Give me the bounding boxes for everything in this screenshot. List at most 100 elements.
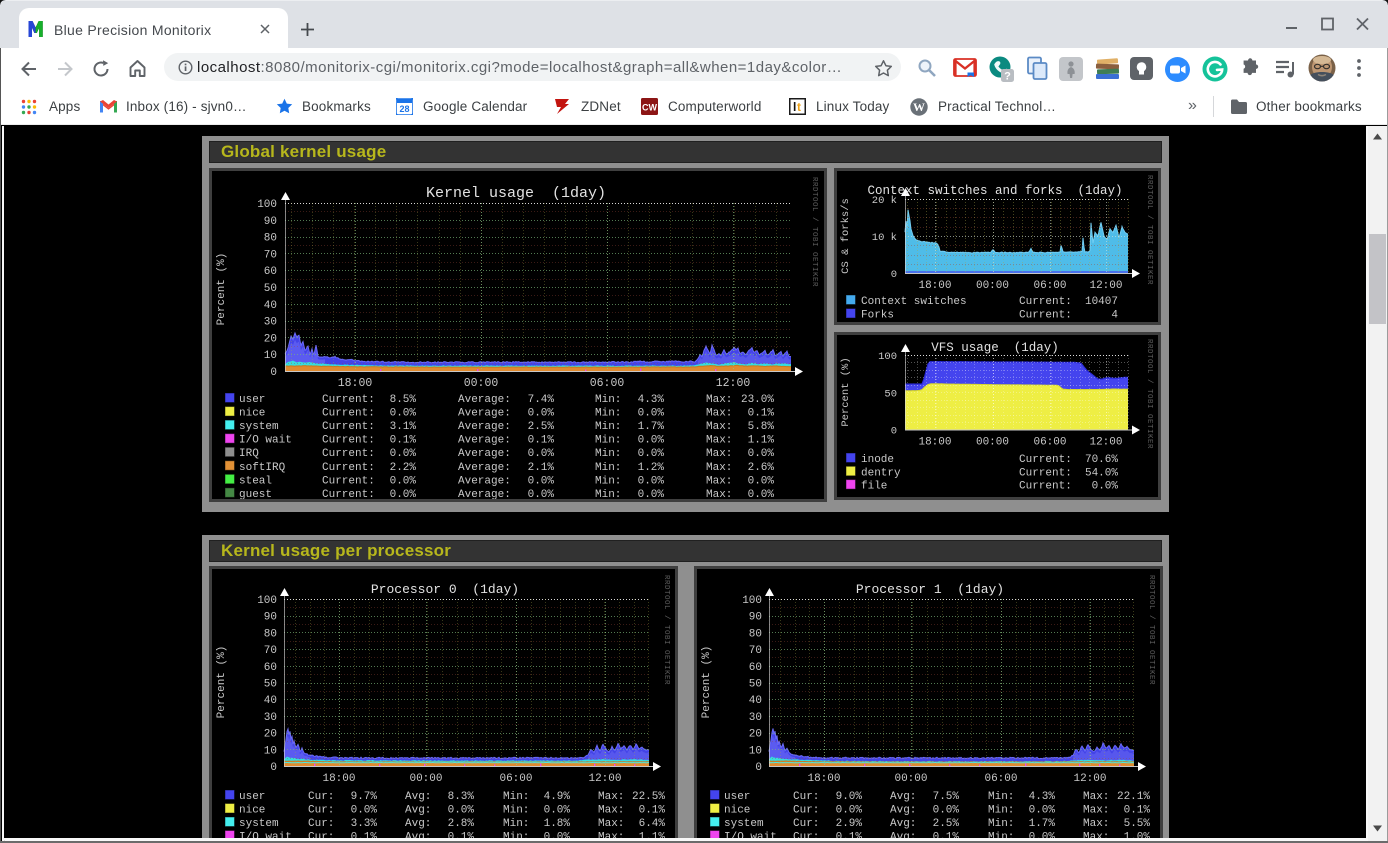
svg-text:00:00: 00:00 [409, 773, 442, 785]
svg-text:80: 80 [749, 628, 762, 640]
svg-text:Avg:: Avg: [405, 818, 431, 830]
svg-text:Current:: Current: [322, 408, 375, 420]
svg-text:user: user [239, 791, 265, 803]
svg-text:Min:: Min: [595, 475, 621, 487]
svg-text:Processor 1 (1day): Processor 1 (1day) [856, 582, 1004, 597]
svg-text:Max:: Max: [706, 435, 732, 447]
svg-text:2.6%: 2.6% [748, 462, 775, 474]
svg-text:0.0%: 0.0% [390, 448, 417, 460]
svg-text:Max:: Max: [1083, 818, 1109, 830]
svg-text:Cur:: Cur: [308, 805, 334, 817]
svg-text:system: system [239, 421, 279, 433]
svg-text:100: 100 [257, 199, 277, 211]
svg-text:system: system [724, 818, 764, 830]
svg-text:20 k: 20 k [872, 195, 897, 207]
svg-text:Min:: Min: [595, 394, 621, 406]
svg-text:W: W [913, 100, 925, 114]
svg-text:0.1%: 0.1% [1124, 805, 1151, 817]
svg-text:40: 40 [264, 695, 277, 707]
svg-text:RRDTOOL / TOBI OETIKER: RRDTOOL / TOBI OETIKER [810, 177, 818, 287]
svg-text:user: user [239, 394, 265, 406]
svg-text:CW: CW [642, 103, 657, 113]
svg-text:5.8%: 5.8% [748, 421, 775, 433]
svg-text:VFS usage (1day): VFS usage (1day) [931, 341, 1059, 355]
svg-text:50: 50 [749, 679, 762, 691]
svg-text:Processor 0 (1day): Processor 0 (1day) [371, 582, 519, 597]
svg-text:2.5%: 2.5% [528, 421, 555, 433]
svg-text:Average:: Average: [458, 462, 511, 474]
svg-text:18:00: 18:00 [918, 280, 951, 292]
svg-text:I/O wait: I/O wait [239, 435, 292, 447]
svg-text:guest: guest [239, 489, 272, 499]
svg-text:Max:: Max: [598, 791, 624, 803]
svg-text:00:00: 00:00 [976, 437, 1009, 449]
svg-text:20: 20 [264, 333, 277, 345]
svg-text:Max:: Max: [706, 421, 732, 433]
svg-text:Max:: Max: [598, 818, 624, 830]
svg-text:Min:: Min: [503, 791, 529, 803]
svg-text:steal: steal [239, 475, 272, 487]
svg-text:4.3%: 4.3% [638, 394, 665, 406]
svg-text:00:00: 00:00 [976, 280, 1009, 292]
svg-text:nice: nice [724, 805, 750, 817]
svg-text:12:00: 12:00 [588, 773, 621, 785]
svg-text:10: 10 [264, 350, 277, 362]
svg-text:10: 10 [749, 745, 762, 757]
svg-text:Max:: Max: [706, 462, 732, 474]
svg-text:50: 50 [884, 388, 897, 400]
svg-text:18:00: 18:00 [807, 773, 840, 785]
svg-text:Max:: Max: [1083, 805, 1109, 817]
svg-text:9.7%: 9.7% [351, 791, 378, 803]
svg-text:70: 70 [264, 249, 277, 261]
svg-text:file: file [861, 481, 887, 493]
svg-text:18:00: 18:00 [322, 773, 355, 785]
svg-text:system: system [239, 818, 279, 830]
svg-text:Max:: Max: [1083, 791, 1109, 803]
svg-text:Min:: Min: [595, 408, 621, 420]
svg-text:Cur:: Cur: [793, 805, 819, 817]
svg-text:Min:: Min: [503, 818, 529, 830]
svg-text:20: 20 [264, 729, 277, 741]
svg-text:Current:: Current: [322, 489, 375, 499]
svg-text:0: 0 [270, 762, 277, 774]
svg-text:Max:: Max: [706, 489, 732, 499]
svg-text:0.0%: 0.0% [638, 475, 665, 487]
svg-text:Average:: Average: [458, 489, 511, 499]
svg-text:0.0%: 0.0% [1029, 805, 1056, 817]
svg-text:0: 0 [891, 426, 897, 438]
svg-text:3.1%: 3.1% [390, 421, 417, 433]
svg-text:0.0%: 0.0% [390, 408, 417, 420]
svg-text:Max:: Max: [706, 408, 732, 420]
svg-text:1.2%: 1.2% [638, 462, 665, 474]
svg-text:0.0%: 0.0% [390, 489, 417, 499]
svg-text:0.1%: 0.1% [528, 435, 555, 447]
svg-text:Average:: Average: [458, 448, 511, 460]
svg-text:23.0%: 23.0% [741, 394, 774, 406]
svg-text:54.0%: 54.0% [1085, 467, 1118, 479]
svg-text:Avg:: Avg: [890, 791, 916, 803]
svg-text:1.1%: 1.1% [748, 435, 775, 447]
svg-text:20: 20 [749, 729, 762, 741]
svg-text:t: t [797, 100, 801, 114]
svg-text:50: 50 [264, 679, 277, 691]
svg-text:IRQ: IRQ [239, 448, 259, 460]
svg-text:0.0%: 0.0% [351, 805, 378, 817]
svg-text:10: 10 [264, 745, 277, 757]
svg-text:Min:: Min: [595, 435, 621, 447]
svg-text:Min:: Min: [988, 805, 1014, 817]
svg-text:00:00: 00:00 [894, 773, 927, 785]
svg-text:80: 80 [264, 628, 277, 640]
svg-text:90: 90 [264, 612, 277, 624]
svg-text:Min:: Min: [988, 791, 1014, 803]
svg-text:Max:: Max: [598, 805, 624, 817]
svg-text:70: 70 [749, 645, 762, 657]
svg-text:Average:: Average: [458, 394, 511, 406]
svg-text:8.3%: 8.3% [448, 791, 475, 803]
svg-text:0.0%: 0.0% [836, 805, 863, 817]
svg-text:12:00: 12:00 [1073, 773, 1106, 785]
svg-text:4: 4 [1111, 310, 1118, 322]
svg-text:28: 28 [399, 104, 409, 114]
svg-text:Max:: Max: [706, 394, 732, 406]
svg-text:Percent (%): Percent (%) [216, 646, 228, 719]
svg-text:06:00: 06:00 [984, 773, 1017, 785]
